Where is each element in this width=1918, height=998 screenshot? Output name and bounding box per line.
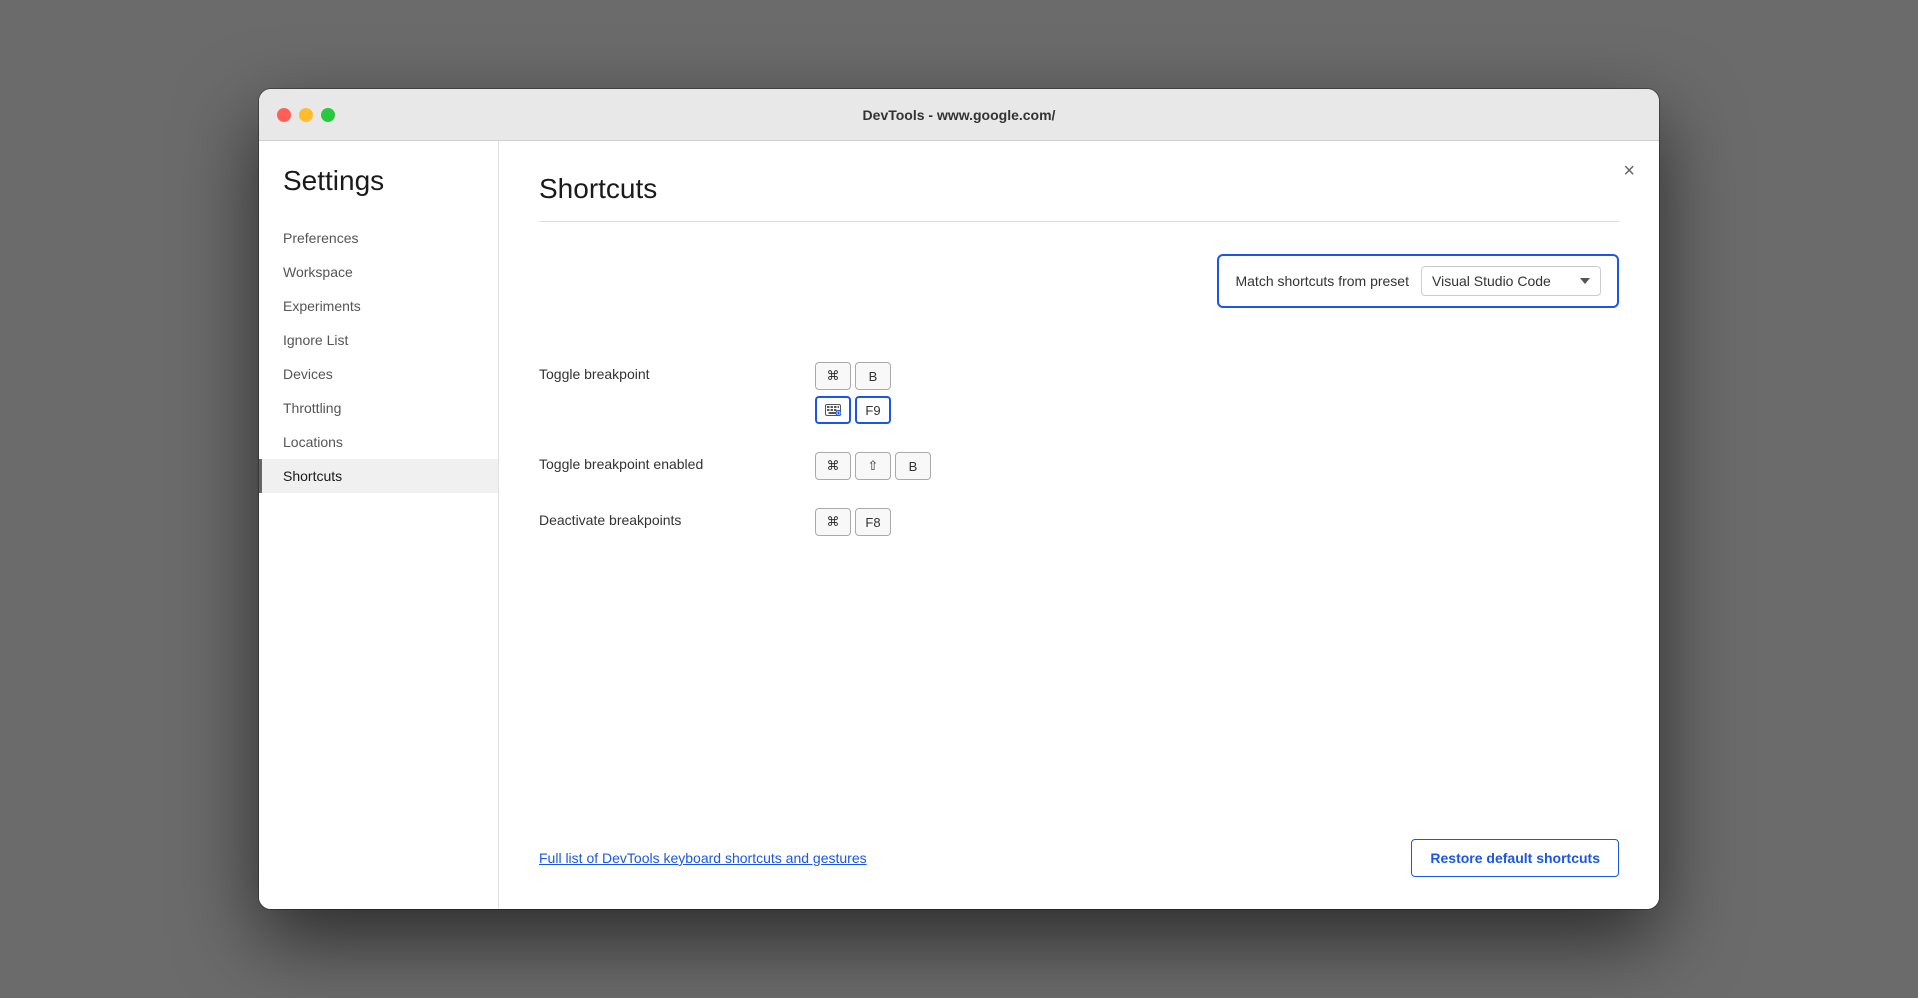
shortcut-keys-2: ⌘ ⇧ B [815,452,931,480]
sidebar-heading: Settings [259,165,498,221]
content-header: Shortcuts [539,173,1619,205]
key-combo-cmd-shift-b: ⌘ ⇧ B [815,452,931,480]
shortcut-row-toggle-breakpoint: Toggle breakpoint ⌘ B [539,348,1619,438]
header-divider [539,221,1619,222]
shortcut-row-toggle-bp-enabled: Toggle breakpoint enabled ⌘ ⇧ B [539,438,1619,494]
key-f9: F9 [855,396,891,424]
keyboard-svg-icon [825,404,841,416]
key-combo-f9: F9 [815,396,891,424]
close-settings-button[interactable]: × [1623,161,1635,181]
key-keyboard-icon [815,396,851,424]
key-f8: F8 [855,508,891,536]
shortcut-name: Toggle breakpoint [539,362,799,382]
full-list-link[interactable]: Full list of DevTools keyboard shortcuts… [539,850,867,866]
maximize-window-button[interactable] [321,108,335,122]
sidebar: Settings Preferences Workspace Experimen… [259,141,499,909]
sidebar-item-workspace[interactable]: Workspace [259,255,498,289]
page-title: Shortcuts [539,173,657,205]
sidebar-item-shortcuts[interactable]: Shortcuts [259,459,498,493]
preset-container: Match shortcuts from preset Default Visu… [1217,254,1619,308]
content-footer: Full list of DevTools keyboard shortcuts… [539,819,1619,877]
key-shift: ⇧ [855,452,891,480]
main-content: Settings Preferences Workspace Experimen… [259,141,1659,909]
shortcut-section: Toggle breakpoint ⌘ B [539,348,1619,550]
shortcut-name-3: Deactivate breakpoints [539,508,799,528]
key-b: B [855,362,891,390]
title-bar: DevTools - www.google.com/ [259,89,1659,141]
preset-row: Match shortcuts from preset Default Visu… [539,254,1619,308]
window-controls [277,108,335,122]
preset-label: Match shortcuts from preset [1235,273,1409,289]
shortcut-keys: ⌘ B [815,362,891,424]
sidebar-item-ignore-list[interactable]: Ignore List [259,323,498,357]
sidebar-item-devices[interactable]: Devices [259,357,498,391]
sidebar-item-throttling[interactable]: Throttling [259,391,498,425]
preset-select[interactable]: Default Visual Studio Code [1421,266,1601,296]
shortcut-name-2: Toggle breakpoint enabled [539,452,799,472]
key-cmd: ⌘ [815,362,851,390]
window-title: DevTools - www.google.com/ [863,107,1056,123]
sidebar-item-preferences[interactable]: Preferences [259,221,498,255]
shortcut-row-deactivate-bp: Deactivate breakpoints ⌘ F8 [539,494,1619,550]
content-area: × Shortcuts Match shortcuts from preset … [499,141,1659,909]
sidebar-item-locations[interactable]: Locations [259,425,498,459]
sidebar-item-experiments[interactable]: Experiments [259,289,498,323]
devtools-window: DevTools - www.google.com/ Settings Pref… [259,89,1659,909]
key-cmd-3: ⌘ [815,508,851,536]
shortcut-keys-3: ⌘ F8 [815,508,891,536]
restore-default-shortcuts-button[interactable]: Restore default shortcuts [1411,839,1619,877]
minimize-window-button[interactable] [299,108,313,122]
key-b-2: B [895,452,931,480]
key-combo-cmd-f8: ⌘ F8 [815,508,891,536]
key-combo-cmd-b: ⌘ B [815,362,891,390]
close-window-button[interactable] [277,108,291,122]
key-cmd-2: ⌘ [815,452,851,480]
